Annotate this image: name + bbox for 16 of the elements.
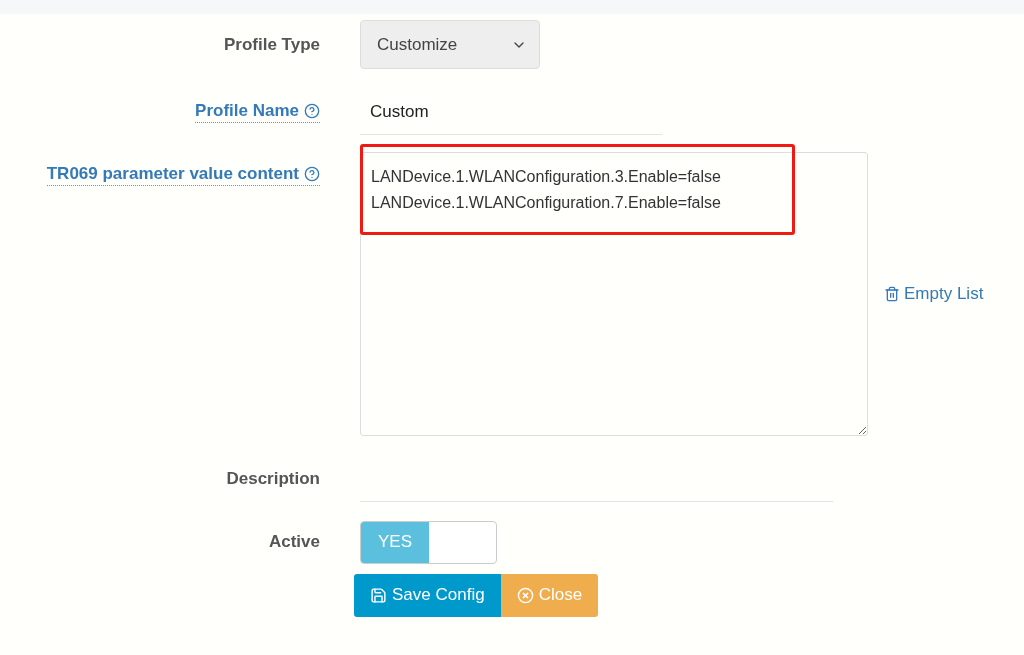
floppy-icon <box>370 586 387 604</box>
field-label: Profile Type <box>223 34 320 55</box>
profile-type-select[interactable]: Customize <box>360 20 540 69</box>
empty-list-link[interactable]: Empty List <box>884 284 984 304</box>
field-label: TR069 parameter value content <box>46 164 320 186</box>
field-label: Profile Name <box>195 101 320 123</box>
save-button[interactable]: Save Config <box>354 573 501 617</box>
close-icon <box>516 586 534 604</box>
help-icon <box>304 103 320 119</box>
help-icon <box>304 166 320 182</box>
field-label: Description <box>226 469 320 489</box>
profile-name-field[interactable]: Custom <box>360 89 662 135</box>
toggle-state: YES <box>361 521 429 563</box>
trash-icon <box>884 286 900 302</box>
field-label: Active <box>268 532 320 552</box>
parameter-textarea[interactable]: LANDevice.1.WLANConfiguration.3.Enable=false LANDevice.1.WLANConfiguration.7.Enable=false <box>360 152 868 436</box>
